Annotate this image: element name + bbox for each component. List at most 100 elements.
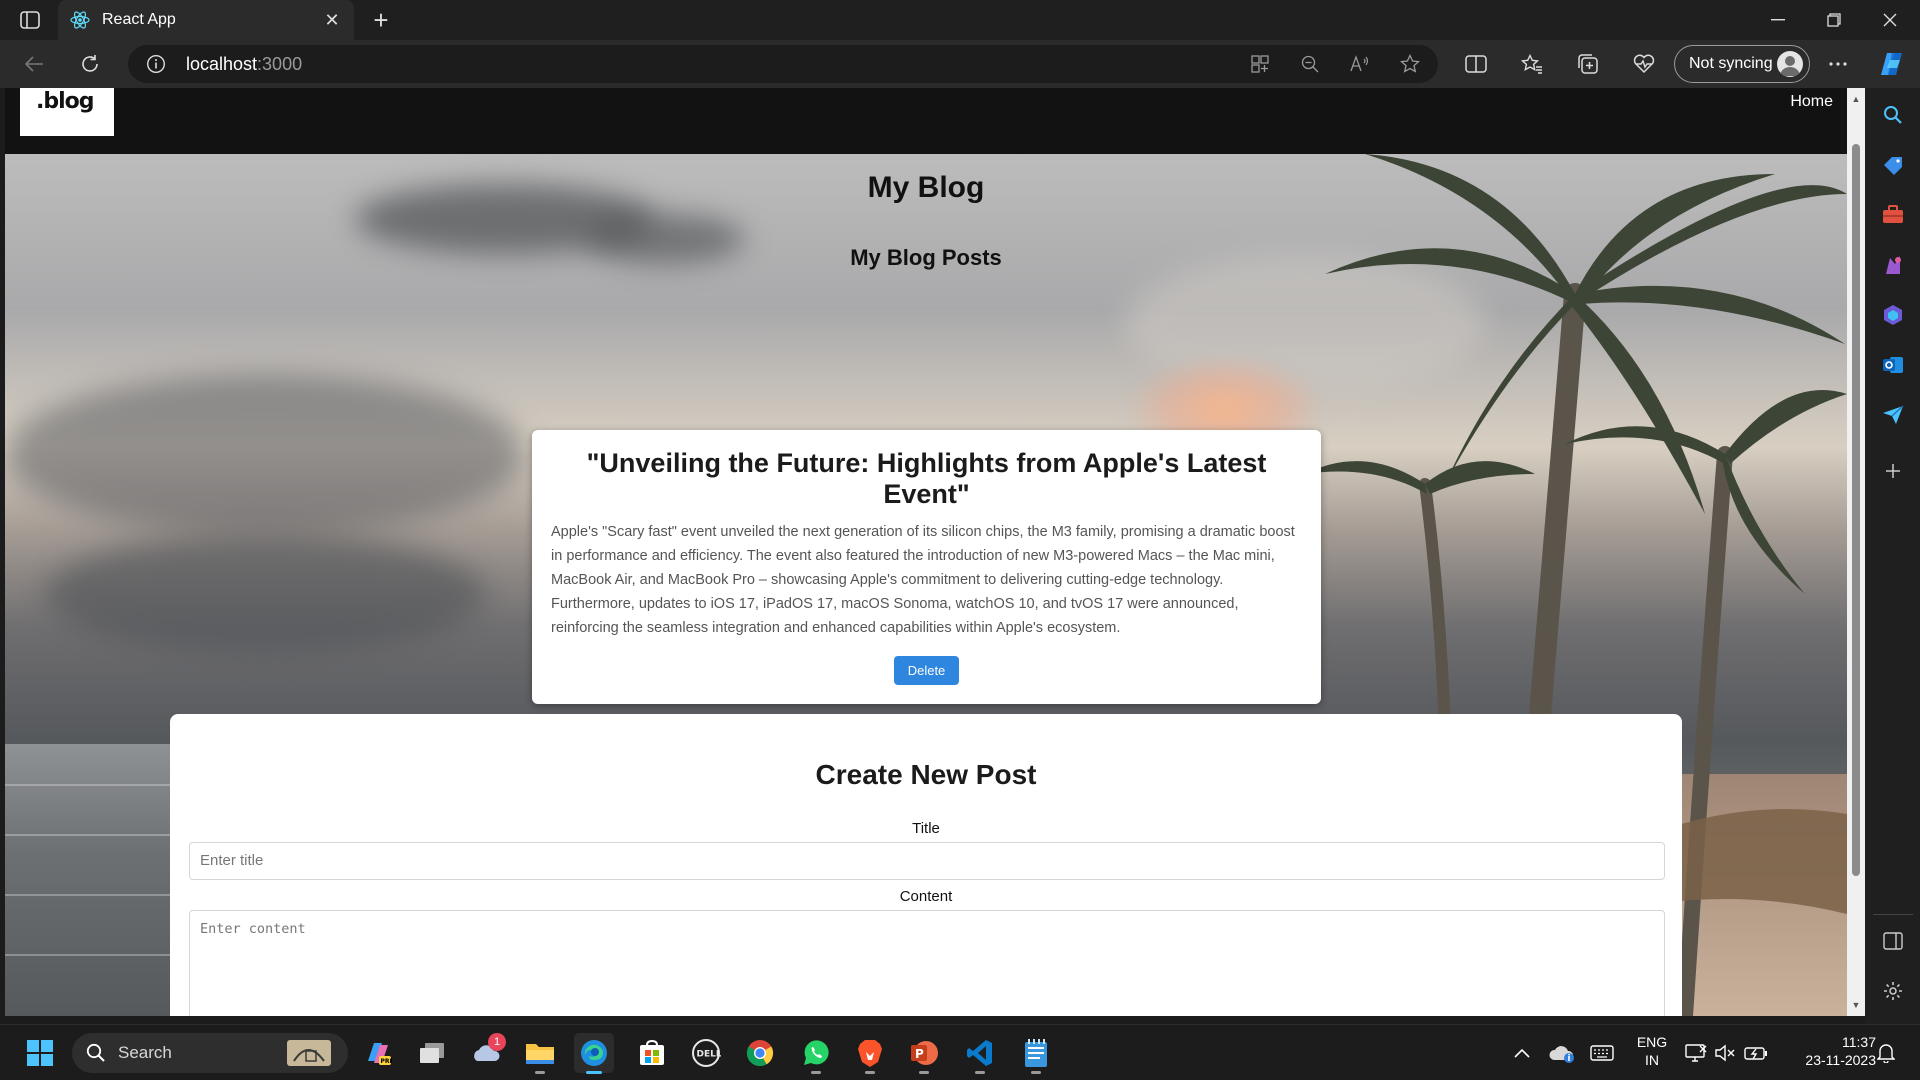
url-text[interactable]: localhost:3000	[186, 54, 302, 75]
new-tab-button[interactable]: +	[366, 5, 396, 35]
tab-bar: React App ✕ +	[0, 0, 1920, 40]
content-textarea[interactable]: Enter content	[189, 910, 1665, 1016]
region-code: IN	[1645, 1052, 1659, 1068]
notification-bell-icon[interactable]	[1866, 1033, 1906, 1073]
weather-widget-icon[interactable]: 1	[466, 1033, 506, 1073]
running-indicator	[811, 1071, 821, 1074]
zoom-out-icon[interactable]	[1296, 51, 1324, 77]
browser-essentials-icon[interactable]	[1628, 48, 1660, 80]
scrollbar-thumb[interactable]	[1852, 144, 1860, 876]
close-window-button[interactable]	[1862, 0, 1918, 40]
copilot-preview-icon[interactable]: PRE	[358, 1033, 398, 1073]
chrome-icon[interactable]	[740, 1033, 780, 1073]
post-title: "Unveiling the Future: Highlights from A…	[586, 448, 1267, 509]
onedrive-icon[interactable]	[1542, 1033, 1582, 1073]
svg-text:PRE: PRE	[381, 1058, 393, 1065]
browser-toolbar: localhost:3000 Not syncing	[0, 40, 1920, 88]
vscode-icon[interactable]	[960, 1033, 1000, 1074]
tab-close-icon[interactable]: ✕	[322, 10, 342, 30]
file-explorer-icon[interactable]	[520, 1033, 560, 1074]
address-bar[interactable]: localhost:3000	[128, 45, 1438, 83]
search-label: Search	[118, 1043, 172, 1062]
language-code: ENG	[1636, 1034, 1668, 1050]
page-viewport: .blog Home My Blog My Blog Posts "Unveil…	[5, 88, 1847, 1016]
notification-badge: 1	[488, 1033, 506, 1051]
svg-text:P: P	[915, 1047, 924, 1061]
touch-keyboard-icon[interactable]	[1582, 1033, 1622, 1073]
create-post-heading: Create New Post	[815, 759, 1037, 790]
sidebar-divider	[1873, 914, 1913, 915]
clock[interactable]: 11:37 23-11-2023	[1780, 1033, 1876, 1069]
nav-home-link[interactable]: Home	[1790, 93, 1833, 111]
content-placeholder: Enter content	[200, 921, 306, 937]
page-scrollbar[interactable]: ▲ ▼	[1847, 88, 1865, 1016]
avatar	[1777, 51, 1803, 77]
hide-sidebar-icon[interactable]	[1878, 926, 1908, 956]
tools-briefcase-icon[interactable]	[1878, 200, 1908, 230]
site-logo[interactable]: .blog	[20, 88, 114, 136]
running-indicator	[919, 1071, 929, 1074]
restore-button[interactable]	[1806, 0, 1862, 40]
windows-start-icon[interactable]	[20, 1033, 60, 1073]
split-screen-icon[interactable]	[1460, 48, 1492, 80]
add-sidebar-app-icon[interactable]	[1878, 456, 1908, 486]
sidebar-settings-gear-icon[interactable]	[1878, 976, 1908, 1006]
edge-browser-icon[interactable]	[574, 1033, 614, 1074]
url-port: :3000	[257, 54, 303, 74]
page-title: My Blog	[867, 171, 985, 204]
site-info-icon[interactable]	[146, 54, 166, 74]
battery-icon[interactable]	[1736, 1033, 1776, 1073]
title-input[interactable]: Enter title	[189, 842, 1665, 880]
active-indicator	[586, 1071, 602, 1074]
svg-text:DELL: DELL	[697, 1050, 722, 1060]
copilot-icon[interactable]	[1876, 48, 1908, 80]
logo-text: .blog	[36, 89, 95, 114]
url-host: localhost	[186, 54, 258, 74]
whatsapp-icon[interactable]	[796, 1033, 836, 1074]
back-arrow-icon[interactable]	[18, 48, 50, 80]
search-highlight-icon	[287, 1040, 331, 1066]
powerpoint-icon[interactable]: P	[904, 1033, 944, 1074]
read-aloud-icon[interactable]	[1346, 51, 1374, 77]
outlook-icon[interactable]	[1878, 350, 1908, 380]
notepad-icon[interactable]	[1016, 1033, 1056, 1074]
favorites-icon[interactable]	[1516, 48, 1548, 80]
more-menu-icon[interactable]	[1822, 48, 1854, 80]
task-view-icon[interactable]	[412, 1033, 452, 1073]
tab-title: React App	[102, 11, 176, 28]
minimize-button[interactable]	[1750, 0, 1806, 40]
sync-status-label: Not syncing	[1689, 55, 1773, 72]
scroll-up-arrow-icon[interactable]: ▲	[1850, 94, 1862, 104]
delete-button[interactable]: Delete	[894, 656, 959, 685]
edge-sidebar	[1865, 88, 1920, 1024]
browser-tab[interactable]: React App ✕	[58, 0, 354, 40]
drop-send-icon[interactable]	[1878, 400, 1908, 430]
games-icon[interactable]	[1878, 250, 1908, 280]
profile-sync-button[interactable]: Not syncing	[1674, 45, 1810, 83]
shopping-tag-icon[interactable]	[1878, 150, 1908, 180]
site-navbar: .blog Home	[5, 88, 1847, 154]
show-hidden-icons-chevron-icon[interactable]	[1502, 1033, 1542, 1073]
brave-icon[interactable]	[850, 1033, 890, 1074]
clock-time: 11:37	[1842, 1034, 1876, 1050]
taskbar-search-box[interactable]: Search	[72, 1033, 348, 1073]
tab-actions-icon[interactable]	[14, 7, 46, 33]
microsoft-store-icon[interactable]	[632, 1033, 672, 1073]
refresh-icon[interactable]	[74, 48, 106, 80]
running-indicator	[975, 1071, 985, 1074]
react-icon	[70, 10, 90, 30]
microsoft-365-icon[interactable]	[1878, 300, 1908, 330]
clock-date: 23-11-2023	[1805, 1052, 1876, 1068]
scroll-down-arrow-icon[interactable]: ▼	[1850, 1000, 1862, 1010]
dell-icon[interactable]: DELL	[686, 1033, 726, 1073]
collections-icon[interactable]	[1572, 48, 1604, 80]
sidebar-search-icon[interactable]	[1878, 100, 1908, 130]
windows-taskbar: Search PRE 1 DELL P ENG IN 11:37 23-11-2…	[0, 1024, 1920, 1080]
cloud-shape	[45, 534, 485, 654]
app-available-icon[interactable]	[1246, 51, 1274, 77]
title-placeholder: Enter title	[200, 852, 264, 869]
favorite-star-icon[interactable]	[1396, 51, 1424, 77]
language-indicator[interactable]: ENG IN	[1630, 1033, 1674, 1069]
running-indicator	[1031, 1071, 1041, 1074]
blog-post-card: "Unveiling the Future: Highlights from A…	[532, 430, 1321, 704]
